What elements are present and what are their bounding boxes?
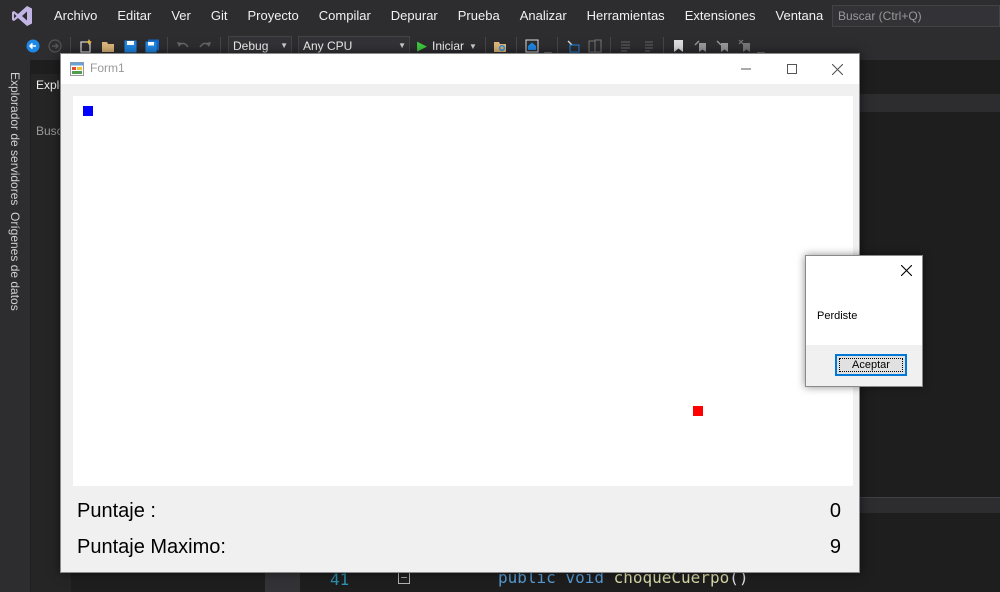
vs-side-tab-strip: Explorador de servidores Orígenes de dat… — [0, 60, 30, 592]
solution-config-value: Debug — [233, 39, 269, 53]
editor-tab-strip — [860, 94, 1000, 112]
vs-search-input[interactable]: Buscar (Ctrl+Q) — [832, 5, 1000, 27]
score-value: 0 — [829, 500, 841, 522]
message-footer: Aceptar — [806, 345, 922, 386]
maximize-icon — [787, 64, 797, 74]
score-label: Puntaje : — [77, 500, 156, 522]
message-text: Perdiste — [817, 310, 858, 322]
menu-editar[interactable]: Editar — [107, 0, 161, 32]
minimize-icon — [741, 68, 751, 70]
message-close-button[interactable] — [892, 258, 920, 282]
menu-compilar[interactable]: Compilar — [309, 0, 381, 32]
menu-ventana[interactable]: Ventana — [766, 0, 834, 32]
menu-analizar[interactable]: Analizar — [510, 0, 577, 32]
menu-proyecto[interactable]: Proyecto — [237, 0, 308, 32]
menu-git[interactable]: Git — [201, 0, 238, 32]
form-app-icon[interactable] — [70, 62, 84, 76]
form1-window: Form1 Puntaje : 0 Puntaje Maximo: 9 — [60, 53, 860, 573]
form-title-bar[interactable]: Form1 — [61, 54, 859, 84]
max-score-label: Puntaje Maximo: — [77, 536, 226, 558]
play-icon: ▶ — [417, 38, 427, 53]
editor-splitter[interactable] — [860, 497, 1000, 513]
close-icon — [900, 264, 912, 276]
snake-head — [83, 106, 93, 116]
close-button[interactable] — [814, 54, 860, 84]
menu-ver[interactable]: Ver — [161, 0, 201, 32]
game-canvas[interactable] — [73, 96, 853, 486]
chevron-down-icon: ▼ — [469, 41, 477, 51]
close-icon — [831, 63, 843, 75]
platform-value: Any CPU — [303, 39, 353, 53]
start-button[interactable]: ▶ Iniciar ▼ — [417, 38, 477, 54]
minimize-button[interactable] — [723, 54, 769, 84]
back-icon[interactable] — [23, 36, 43, 56]
menu-extensiones[interactable]: Extensiones — [675, 0, 766, 32]
menu-prueba[interactable]: Prueba — [448, 0, 510, 32]
menu-herramientas[interactable]: Herramientas — [577, 0, 675, 32]
maximize-button[interactable] — [769, 54, 815, 84]
menu-archivo[interactable]: Archivo — [44, 0, 107, 32]
ok-button[interactable]: Aceptar — [835, 354, 907, 376]
tab-server-explorer[interactable]: Explorador de servidores — [8, 72, 22, 205]
form-title: Form1 — [90, 61, 125, 75]
tab-data-sources[interactable]: Orígenes de datos — [8, 212, 22, 311]
food-item — [693, 406, 703, 416]
max-score-value: 9 — [829, 536, 841, 558]
menu-depurar[interactable]: Depurar — [381, 0, 448, 32]
start-label: Iniciar — [432, 39, 465, 53]
message-box: Perdiste Aceptar — [805, 255, 923, 387]
collapse-icon[interactable]: − — [398, 572, 410, 584]
visual-studio-logo-icon[interactable] — [0, 0, 44, 32]
vs-menubar: Archivo Editar Ver Git Proyecto Compilar… — [0, 0, 1000, 32]
